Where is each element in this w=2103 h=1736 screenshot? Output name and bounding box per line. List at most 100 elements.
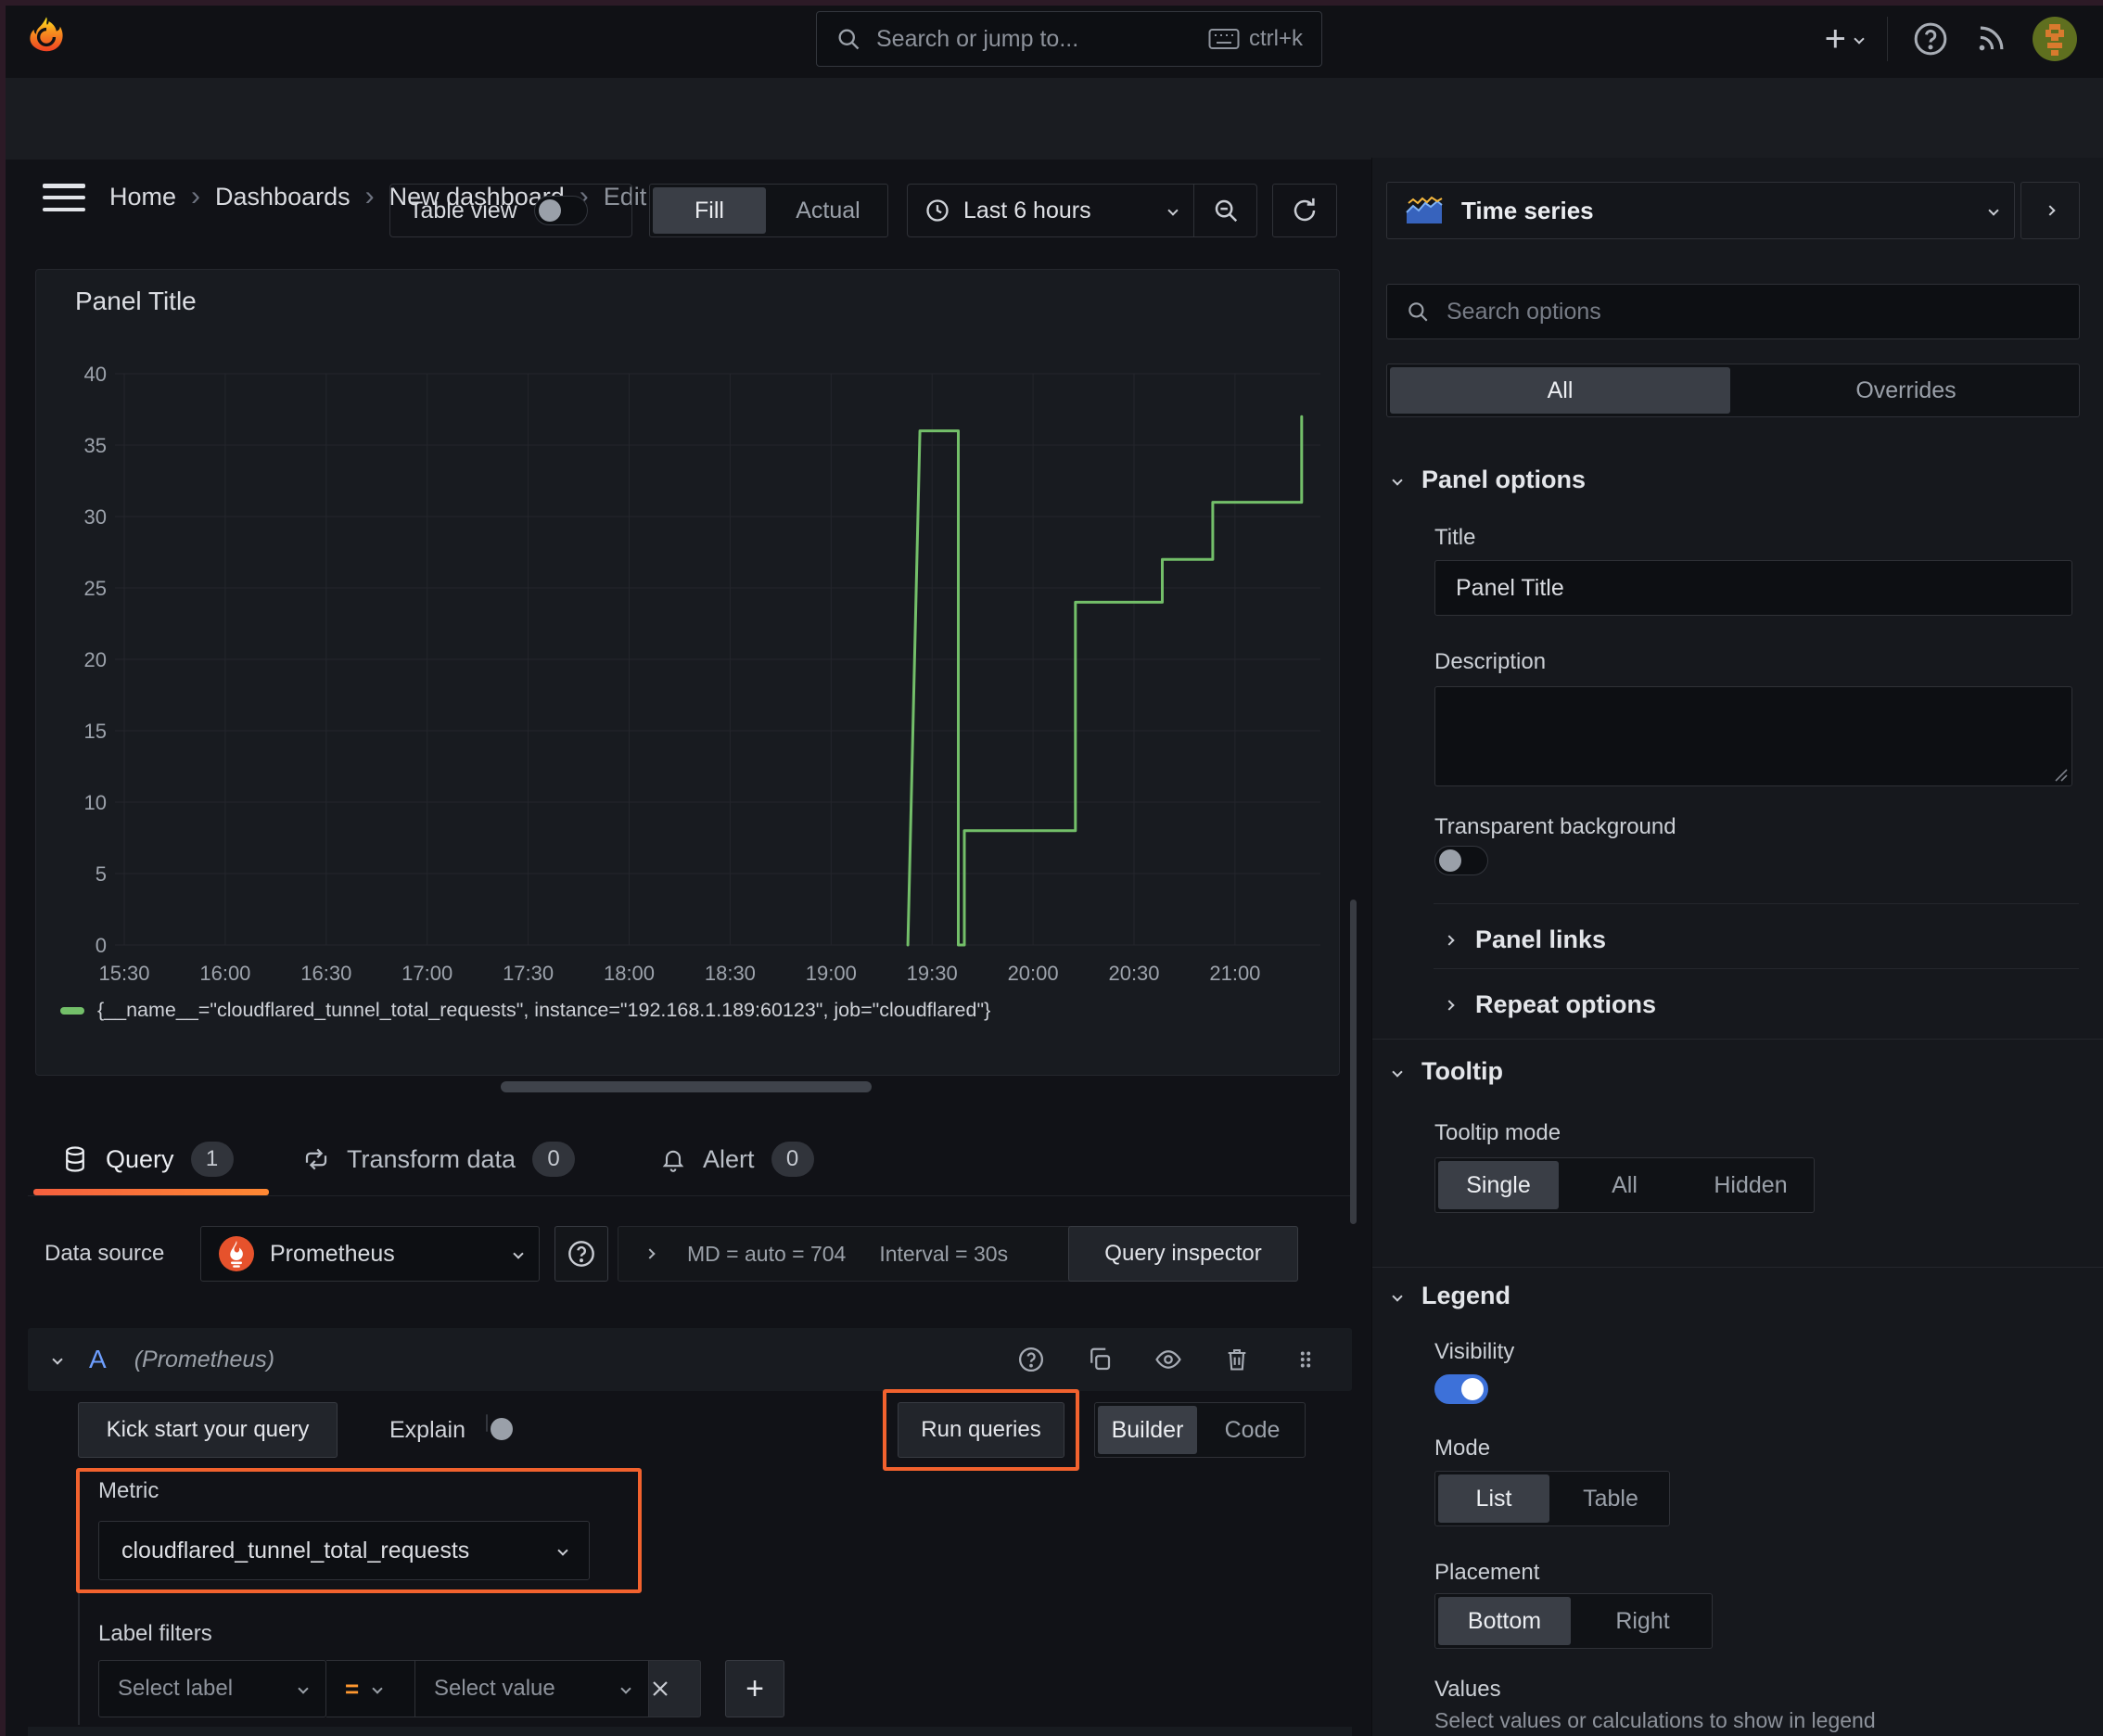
panel-title-input[interactable]: Panel Title — [1434, 560, 2072, 616]
news-rss-icon[interactable] — [1973, 21, 2008, 57]
chevron-down-icon — [1392, 1066, 1403, 1078]
duplicate-query-icon[interactable] — [1079, 1339, 1120, 1380]
prometheus-icon — [219, 1236, 254, 1271]
chevron-down-icon — [372, 1683, 383, 1694]
datasource-help-button[interactable] — [554, 1226, 608, 1282]
time-range-button[interactable]: Last 6 hours — [908, 198, 1193, 224]
topbar-actions: + — [1825, 0, 2103, 78]
global-search-input[interactable]: Search or jump to... ctrl+k — [816, 11, 1322, 67]
collapse-query-icon[interactable] — [52, 1354, 63, 1365]
legend-visibility-toggle[interactable] — [1434, 1374, 1488, 1404]
metric-select[interactable]: cloudflared_tunnel_total_requests — [98, 1521, 590, 1580]
legend-table-option[interactable]: Table — [1555, 1474, 1666, 1523]
add-filter-button[interactable]: + — [725, 1660, 784, 1717]
explain-toggle[interactable] — [486, 1414, 513, 1440]
panel-resize-handle[interactable] — [501, 1081, 872, 1092]
zoom-out-button[interactable] — [1193, 185, 1256, 236]
svg-text:20: 20 — [84, 648, 107, 671]
zoom-out-icon — [1215, 199, 1237, 223]
transform-count-badge: 0 — [532, 1142, 576, 1177]
svg-text:25: 25 — [84, 577, 107, 600]
window-edge-left — [0, 0, 6, 1736]
drag-handle-icon[interactable] — [1285, 1339, 1326, 1380]
svg-text:17:30: 17:30 — [503, 962, 554, 985]
placement-bottom-option[interactable]: Bottom — [1438, 1597, 1571, 1645]
tab-transform-data[interactable]: Transform data 0 — [302, 1130, 576, 1189]
breadcrumb-separator: › — [364, 181, 375, 211]
tab-alert[interactable]: Alert 0 — [660, 1130, 814, 1189]
user-avatar[interactable] — [2033, 17, 2077, 61]
query-options-bar: MD = auto = 704 Interval = 30s Query ins… — [618, 1226, 1298, 1282]
breadcrumb-dashboards[interactable]: Dashboards — [215, 183, 350, 211]
max-data-points-stat: MD = auto = 704 — [687, 1241, 847, 1266]
visualization-select[interactable]: Time series — [1386, 182, 2015, 239]
query-row-header[interactable]: A (Prometheus) — [28, 1328, 1352, 1391]
panel-links-section[interactable]: Panel links — [1444, 925, 1606, 954]
toggle-visibility-icon[interactable] — [1148, 1339, 1189, 1380]
tooltip-hidden-option[interactable]: Hidden — [1690, 1161, 1811, 1209]
datasource-select[interactable]: Prometheus — [200, 1226, 540, 1282]
tooltip-single-option[interactable]: Single — [1438, 1161, 1559, 1209]
explain-label: Explain — [389, 1416, 465, 1443]
close-icon — [653, 1681, 668, 1696]
code-option[interactable]: Code — [1203, 1406, 1302, 1454]
breadcrumb-home[interactable]: Home — [109, 183, 176, 211]
panel-options-section-header[interactable]: Panel options — [1392, 466, 1586, 494]
svg-text:30: 30 — [84, 505, 107, 529]
help-icon[interactable] — [1912, 20, 1949, 57]
breadcrumb-bar: Home › Dashboards › New dashboard › Edit… — [0, 78, 2103, 220]
chevron-right-icon[interactable] — [644, 1248, 656, 1259]
chevron-down-icon — [513, 1248, 524, 1259]
tab-query[interactable]: Query 1 — [61, 1130, 234, 1189]
tooltip-section-header[interactable]: Tooltip — [1392, 1057, 1503, 1086]
series-color-marker — [60, 1006, 84, 1015]
viz-suggestions-button[interactable] — [2020, 182, 2080, 239]
svg-text:20:00: 20:00 — [1008, 962, 1059, 985]
svg-text:5: 5 — [96, 862, 107, 886]
repeat-options-section[interactable]: Repeat options — [1444, 990, 1656, 1019]
kick-start-query-button[interactable]: Kick start your query — [78, 1402, 338, 1458]
topbar-divider — [1887, 17, 1888, 61]
search-options-field[interactable] — [1386, 284, 2080, 339]
vertical-scrollbar[interactable] — [1350, 900, 1357, 1224]
query-help-icon[interactable] — [1011, 1339, 1052, 1380]
table-view-toggle[interactable] — [533, 196, 588, 225]
svg-text:19:30: 19:30 — [907, 962, 958, 985]
select-label-dropdown[interactable]: Select label — [98, 1660, 326, 1717]
refresh-button[interactable] — [1272, 184, 1337, 237]
search-icon — [835, 26, 861, 52]
title-label: Title — [1434, 525, 1476, 550]
search-options-input[interactable] — [1447, 298, 2060, 326]
actual-option[interactable]: Actual — [771, 187, 885, 234]
query-datasource-hint: (Prometheus) — [134, 1346, 275, 1372]
query-inspector-button[interactable]: Query inspector — [1068, 1226, 1298, 1282]
tab-overrides[interactable]: Overrides — [1736, 367, 2076, 414]
description-textarea[interactable] — [1434, 686, 2072, 786]
new-dashboard-button[interactable]: + — [1825, 19, 1865, 60]
tab-all[interactable]: All — [1390, 367, 1730, 414]
remove-filter-button[interactable] — [649, 1660, 701, 1717]
operator-dropdown[interactable]: = — [326, 1660, 415, 1717]
transparent-background-toggle[interactable] — [1434, 846, 1488, 875]
svg-text:35: 35 — [84, 434, 107, 457]
section-divider — [1372, 1039, 2103, 1040]
placement-right-option[interactable]: Right — [1576, 1597, 1709, 1645]
chevron-down-icon — [298, 1683, 309, 1694]
svg-text:18:30: 18:30 — [705, 962, 756, 985]
fill-option[interactable]: Fill — [653, 187, 766, 234]
legend-list-option[interactable]: List — [1438, 1474, 1549, 1523]
menu-hamburger-icon[interactable] — [43, 184, 85, 211]
legend-section-header[interactable]: Legend — [1392, 1282, 1510, 1310]
run-queries-button[interactable]: Run queries — [898, 1402, 1064, 1458]
tooltip-all-option[interactable]: All — [1564, 1161, 1685, 1209]
transform-icon — [305, 1148, 327, 1170]
delete-query-icon[interactable] — [1217, 1339, 1257, 1380]
chart-legend[interactable]: {__name__="cloudflared_tunnel_total_requ… — [60, 999, 990, 1022]
builder-option[interactable]: Builder — [1098, 1406, 1197, 1454]
table-view-label: Table view — [409, 197, 517, 223]
select-value-dropdown[interactable]: Select value — [415, 1660, 649, 1717]
resize-handle-icon[interactable] — [2053, 767, 2068, 782]
table-view-control: Table view — [389, 184, 632, 237]
grafana-logo-icon[interactable] — [24, 15, 69, 59]
time-series-chart: 0 5 10 15 20 25 30 35 40 15:30 16:00 16:30 17:00 17:3… — [84, 363, 1320, 985]
